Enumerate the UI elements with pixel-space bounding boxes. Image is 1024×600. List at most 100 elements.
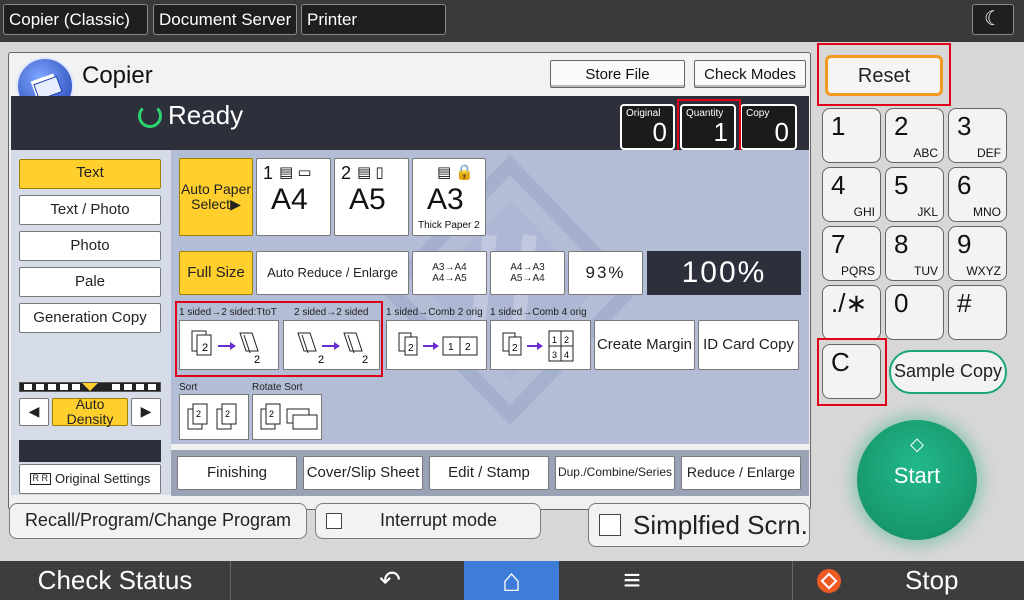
key-7-digit: 7 (831, 229, 846, 259)
reset-highlight (817, 43, 951, 106)
key-8-digit: 8 (894, 229, 909, 259)
key-2-digit: 2 (894, 111, 909, 141)
key-6[interactable]: 6 MNO (948, 167, 1007, 222)
mode-photo-button[interactable]: Photo (19, 231, 161, 261)
original-settings-strip (19, 440, 161, 462)
key-7[interactable]: 7 PQRS (822, 226, 881, 281)
tray3-sub: Thick Paper 2 (418, 220, 480, 231)
key-4[interactable]: 4 GHI (822, 167, 881, 222)
key-dot-star-label: ./∗ (831, 288, 868, 318)
mode-generation-copy-button[interactable]: Generation Copy (19, 303, 161, 333)
key-2[interactable]: 2 ABC (885, 108, 944, 163)
edit-stamp-tab[interactable]: Edit / Stamp (429, 456, 549, 490)
tray1-icon: ▤ ▭ (279, 164, 312, 181)
mode-text-button[interactable]: Text (19, 159, 161, 189)
zoom-93-button[interactable]: 93% (568, 251, 643, 295)
r2b-label: A5→A4 (510, 273, 545, 284)
auto-paper-line2: Select▶ (191, 196, 241, 212)
auto-paper-select-button[interactable]: Auto Paper Select▶ (179, 158, 253, 236)
finishing-tab[interactable]: Finishing (177, 456, 297, 490)
mode-pale-button[interactable]: Pale (19, 267, 161, 297)
combine-2-button[interactable]: 212 (386, 320, 487, 370)
key-8[interactable]: 8 TUV (885, 226, 944, 281)
svg-text:3: 3 (552, 350, 557, 360)
original-counter: Original 0 (620, 104, 675, 150)
key-1[interactable]: 1 (822, 108, 881, 163)
simplified-screen-button[interactable]: Simplfied Scrn. (588, 503, 810, 547)
key-3-letters: DEF (977, 146, 1001, 160)
copy-value: 0 (774, 117, 789, 147)
tray3-size: A3 (427, 183, 464, 216)
mode-text-photo-button[interactable]: Text / Photo (19, 195, 161, 225)
rotate-sort-button[interactable]: 2 (252, 394, 322, 440)
tray2-button[interactable]: 2 ▤ ▯ A5 (334, 158, 409, 236)
ready-icon (138, 104, 162, 128)
store-file-button[interactable]: Store File (550, 60, 685, 88)
key-5[interactable]: 5 JKL (885, 167, 944, 222)
svg-text:2: 2 (225, 409, 230, 419)
key-9-digit: 9 (957, 229, 972, 259)
dup-combine-series-tab[interactable]: Dup./Combine/Series (555, 456, 675, 490)
tray1-number: 1 (263, 163, 274, 183)
night-mode-icon[interactable]: ☾ (972, 4, 1014, 35)
key-0[interactable]: 0 (885, 285, 944, 340)
zoom-display[interactable]: 100% (647, 251, 801, 295)
key-9[interactable]: 9 WXYZ (948, 226, 1007, 281)
key-5-letters: JKL (917, 205, 938, 219)
tray1-button[interactable]: 1 ▤ ▭ A4 (256, 158, 331, 236)
sort-label: Sort (179, 382, 198, 393)
reduce-a3-a4-button[interactable]: A3→A4 A4→A5 (412, 251, 487, 295)
auto-reduce-enlarge-button[interactable]: Auto Reduce / Enlarge (256, 251, 409, 295)
combine-4-button[interactable]: 21234 (490, 320, 591, 370)
original-settings-label: Original Settings (55, 470, 151, 486)
menu-icon[interactable]: ≡ (592, 561, 672, 600)
key-4-letters: GHI (853, 205, 875, 219)
density-darker-button[interactable]: ▶ (131, 398, 161, 426)
sample-copy-button[interactable]: Sample Copy (889, 350, 1007, 394)
cover-slip-sheet-tab[interactable]: Cover/Slip Sheet (303, 456, 423, 490)
interrupt-mode-button[interactable]: Interrupt mode (315, 503, 541, 539)
tray2-number: 2 (341, 163, 352, 183)
key-0-digit: 0 (894, 288, 909, 318)
original-settings-button[interactable]: R R Original Settings (19, 464, 161, 494)
svg-text:1: 1 (552, 335, 557, 345)
home-icon[interactable]: ⌂ (464, 561, 559, 600)
key-hash-label: # (957, 288, 972, 318)
key-dot-star[interactable]: ./∗ (822, 285, 881, 340)
auto-density-button[interactable]: Auto Density (52, 396, 128, 427)
tab-copier-classic[interactable]: Copier (Classic) (3, 4, 148, 35)
create-margin-button[interactable]: Create Margin (594, 320, 695, 370)
key-3[interactable]: 3 DEF (948, 108, 1007, 163)
reduce-enlarge-tab[interactable]: Reduce / Enlarge (681, 456, 801, 490)
duplex-highlight (175, 301, 383, 377)
check-status-button[interactable]: Check Status (0, 561, 231, 600)
full-size-button[interactable]: Full Size (179, 251, 253, 295)
stop-button[interactable]: Stop (792, 561, 1024, 600)
recall-program-button[interactable]: Recall/Program/Change Program (9, 503, 307, 539)
interrupt-label: Interrupt mode (380, 510, 498, 531)
combine-2-label: 1 sided→Comb 2 orig (386, 307, 483, 318)
copy-counter: Copy 0 (740, 104, 797, 150)
tray1-size: A4 (271, 183, 308, 216)
clear-highlight (817, 338, 887, 406)
start-button[interactable]: ◇ Start (857, 420, 977, 540)
original-settings-icon: R R (29, 473, 52, 485)
key-2-letters: ABC (913, 146, 938, 160)
copy-label: Copy (746, 108, 770, 119)
id-card-copy-button[interactable]: ID Card Copy (698, 320, 799, 370)
tab-printer[interactable]: Printer (301, 4, 446, 35)
key-1-digit: 1 (831, 111, 846, 141)
tab-document-server[interactable]: Document Server (153, 4, 297, 35)
bypass-tray-button[interactable]: ▤ 🔒 A3 Thick Paper 2 (412, 158, 486, 236)
simplified-label: Simplfied Scrn. (633, 509, 808, 540)
check-modes-button[interactable]: Check Modes (694, 60, 806, 88)
sort-button[interactable]: 22 (179, 394, 249, 440)
key-6-letters: MNO (973, 205, 1001, 219)
density-lighter-button[interactable]: ◀ (19, 398, 49, 426)
auto-paper-line1: Auto Paper (180, 180, 252, 197)
key-hash[interactable]: # (948, 285, 1007, 340)
svg-text:2: 2 (512, 343, 518, 354)
enlarge-a4-a3-button[interactable]: A4→A3 A5→A4 (490, 251, 565, 295)
tray2-icon: ▤ ▯ (357, 164, 384, 181)
back-icon[interactable]: ↶ (350, 561, 430, 600)
